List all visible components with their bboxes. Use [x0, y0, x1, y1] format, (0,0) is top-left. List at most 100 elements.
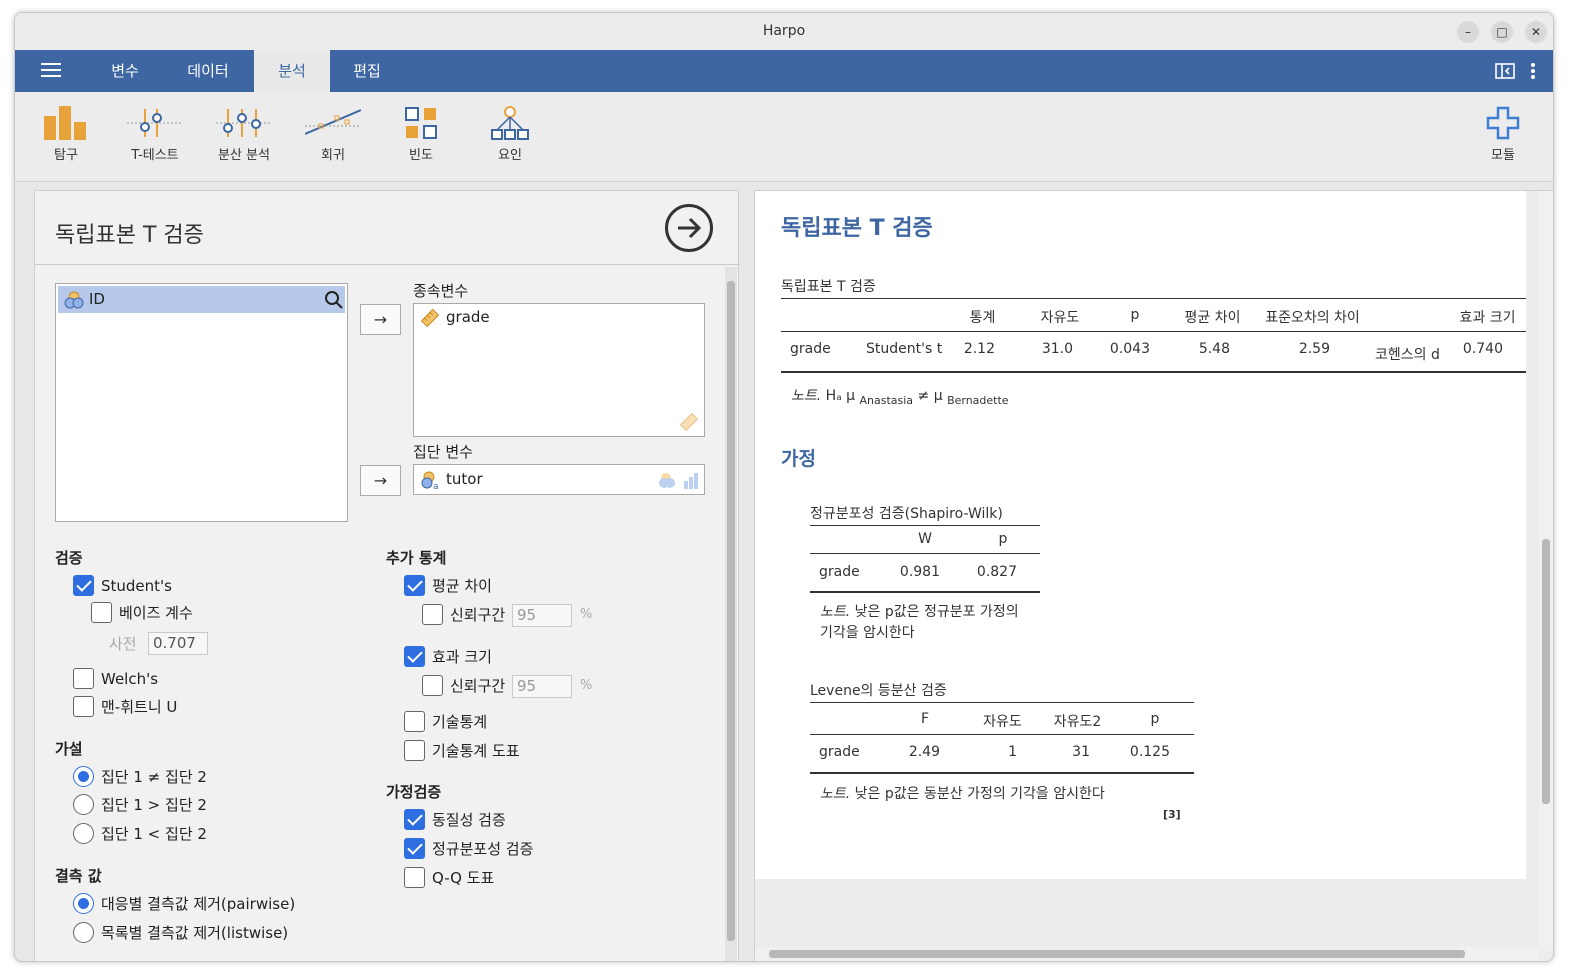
anova-icon	[216, 109, 272, 137]
tool-ttests[interactable]: T-테스트	[115, 106, 195, 163]
tool-label: 요인	[498, 148, 522, 163]
move-to-group-button[interactable]: →	[360, 465, 401, 496]
nominal-ordinal-icon	[659, 473, 698, 489]
variable-list[interactable]: ID	[55, 283, 348, 522]
tool-label: 탐구	[54, 148, 78, 163]
checkbox[interactable]	[404, 740, 425, 761]
results-vertical-scrollbar[interactable]	[1539, 191, 1553, 951]
hypothesis-section-title: 가설	[55, 740, 83, 758]
ruler-icon	[679, 412, 699, 432]
radio[interactable]	[73, 893, 94, 914]
tool-exploration[interactable]: 탐구	[26, 106, 106, 163]
radio[interactable]	[73, 922, 94, 943]
results-panel: 독립표본 T 검증 독립표본 T 검증 통계 자유도 p 평균 차이 표준오차의…	[754, 190, 1553, 961]
tab-data[interactable]: 데이터	[175, 50, 241, 92]
panel-title: 독립표본 T 검증	[55, 223, 204, 248]
mean-diff-ci-input[interactable]: 95	[512, 604, 572, 627]
checkbox[interactable]	[73, 668, 94, 689]
scrollbar-thumb[interactable]	[769, 950, 1465, 958]
table-rule	[810, 553, 1040, 554]
checkbox[interactable]	[404, 809, 425, 830]
row-df: 31.0	[1041, 341, 1073, 357]
variable-item-id[interactable]: ID	[58, 286, 345, 313]
reference-marker[interactable]: [3]	[1163, 808, 1181, 821]
assumptions-heading: 가정	[781, 448, 816, 470]
nominal-variable-icon	[64, 291, 84, 309]
checkbox[interactable]	[404, 575, 425, 596]
prior-input[interactable]: 0.707	[148, 632, 208, 655]
checkbox[interactable]	[91, 602, 112, 623]
modules-button[interactable]: 모듈	[1463, 106, 1543, 163]
panel-toggle-icon[interactable]	[1495, 62, 1515, 84]
tool-frequencies[interactable]: 빈도	[381, 106, 461, 163]
group-variable-box[interactable]: a tutor	[413, 464, 705, 495]
row-w: 0.981	[899, 564, 940, 580]
checkbox[interactable]	[404, 646, 425, 667]
col-header-p: p	[998, 531, 1008, 547]
run-analysis-button[interactable]	[665, 204, 713, 252]
row-p: 0.125	[1129, 744, 1170, 760]
col-header-se-diff: 표준오차의 차이	[1265, 310, 1360, 326]
app-window: Harpo – □ ✕ 변수 데이터 분석 편집 탐구 T-테스트 분산 분석	[14, 12, 1554, 962]
table-rule	[781, 331, 1526, 332]
hamburger-menu-icon[interactable]	[41, 63, 61, 79]
ttest-icon	[127, 109, 183, 137]
tool-label: 회귀	[321, 148, 345, 163]
minimize-button[interactable]: –	[1457, 21, 1479, 43]
row-df2: 31	[1072, 744, 1090, 760]
tool-factor[interactable]: 요인	[470, 106, 550, 163]
close-button[interactable]: ✕	[1525, 21, 1547, 43]
col-header-effect-size: 효과 크기	[1459, 310, 1516, 326]
tool-regression[interactable]: 회귀	[293, 106, 373, 163]
variable-name: ID	[89, 290, 105, 308]
tool-anova[interactable]: 분산 분석	[204, 106, 284, 163]
radio[interactable]	[73, 794, 94, 815]
prior-label: 사전	[109, 635, 137, 653]
table-rule	[810, 591, 1040, 593]
effect-size-ci-input[interactable]: 95	[512, 675, 572, 698]
main-menu-bar: 변수 데이터 분석 편집	[15, 50, 1553, 92]
row-variable: grade	[790, 341, 831, 357]
checkbox[interactable]	[73, 696, 94, 717]
additional-stats-section-title: 추가 통계	[386, 549, 447, 567]
radio[interactable]	[73, 766, 94, 787]
radio[interactable]	[73, 823, 94, 844]
tab-edit[interactable]: 편집	[337, 50, 397, 92]
normality-note: 노트. 낮은 p값은 정규분포 가정의 기각을 암시한다	[820, 604, 1019, 641]
checkbox[interactable]	[404, 867, 425, 888]
checkbox[interactable]	[422, 604, 443, 625]
checkbox[interactable]	[73, 575, 94, 596]
col-header-statistic: 통계	[969, 310, 996, 326]
search-icon[interactable]	[324, 290, 343, 309]
tab-variables[interactable]: 변수	[95, 50, 155, 92]
table-rule	[810, 702, 1194, 703]
arrow-right-icon	[678, 217, 702, 239]
checkbox[interactable]	[422, 675, 443, 696]
checkbox[interactable]	[404, 838, 425, 859]
results-title: 독립표본 T 검증	[781, 216, 933, 241]
frequencies-icon	[405, 107, 437, 139]
checkbox[interactable]	[404, 711, 425, 732]
options-scrollbar[interactable]	[725, 267, 737, 961]
tool-label: 빈도	[409, 148, 433, 163]
tests-section-title: 검증	[55, 549, 83, 567]
row-test: Student's t	[866, 341, 943, 357]
row-df1: 1	[1008, 744, 1017, 760]
tool-label: T-테스트	[131, 148, 179, 163]
scrollbar-thumb[interactable]	[1542, 539, 1550, 804]
col-header-df: 자유도	[1040, 310, 1080, 326]
tool-label: 분산 분석	[218, 148, 270, 163]
levene-table-caption: Levene의 등분산 검증	[810, 683, 947, 699]
scrollbar-thumb[interactable]	[727, 281, 735, 941]
window-title: Harpo	[762, 23, 806, 39]
move-to-dependent-button[interactable]: →	[360, 304, 401, 335]
factor-icon	[491, 106, 529, 140]
maximize-button[interactable]: □	[1491, 21, 1513, 43]
tab-analyses[interactable]: 분석	[254, 50, 330, 92]
divider	[35, 264, 740, 265]
more-options-icon[interactable]	[1530, 62, 1536, 84]
dependent-variables-box[interactable]: grade	[413, 303, 705, 437]
row-p: 0.043	[1109, 341, 1150, 357]
ttest-table-caption: 독립표본 T 검증	[781, 279, 876, 295]
results-horizontal-scrollbar[interactable]	[755, 947, 1539, 961]
